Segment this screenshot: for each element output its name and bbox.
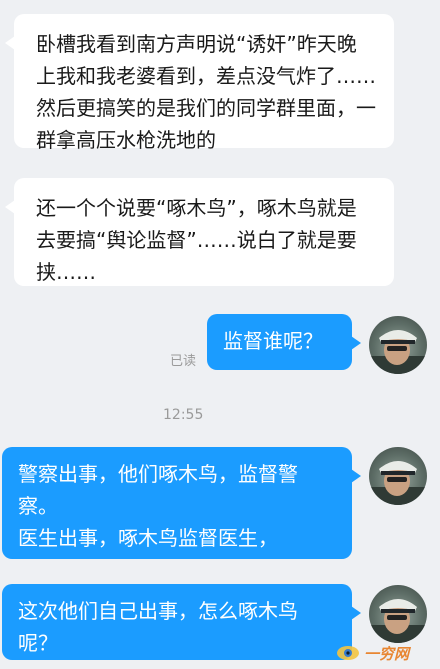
- outgoing-message-bubble[interactable]: 监督谁呢？: [207, 314, 361, 370]
- outgoing-message-bubble[interactable]: 这次他们自己出事，怎么啄木鸟呢？: [2, 584, 361, 660]
- message-text: 警察出事，他们啄木鸟，监督警察。 医生出事，啄木鸟监督医生，: [18, 462, 298, 550]
- user-avatar[interactable]: [369, 447, 427, 505]
- message-timestamp: 12:55: [163, 407, 204, 423]
- read-status: 已读: [170, 354, 197, 369]
- incoming-message-bubble[interactable]: 卧槽我看到南方声明说“诱奸”昨天晚上我和我老婆看到，差点没气炸了……然后更搞笑的…: [5, 14, 394, 152]
- police-officer-avatar-icon: [369, 461, 427, 505]
- message-text: 卧槽我看到南方声明说“诱奸”昨天晚上我和我老婆看到，差点没气炸了……然后更搞笑的…: [36, 32, 376, 152]
- police-officer-avatar-icon: [369, 599, 427, 643]
- message-text: 还一个个说要“啄木鸟”，啄木鸟就是去要搞“舆论监督”……说白了就是要挟……: [36, 196, 357, 284]
- watermark-text: 一穷网: [364, 644, 410, 663]
- police-officer-avatar-icon: [369, 330, 427, 374]
- outgoing-message-bubble[interactable]: 警察出事，他们啄木鸟，监督警察。 医生出事，啄木鸟监督医生，: [2, 447, 361, 559]
- site-watermark: 一穷网: [336, 639, 436, 667]
- user-avatar[interactable]: [369, 585, 427, 643]
- user-avatar[interactable]: [369, 316, 427, 374]
- incoming-message-bubble[interactable]: 还一个个说要“啄木鸟”，啄木鸟就是去要搞“舆论监督”……说白了就是要挟……: [5, 178, 394, 286]
- eye-logo-icon: [337, 646, 359, 660]
- message-text: 这次他们自己出事，怎么啄木鸟呢？: [18, 599, 298, 655]
- message-text: 监督谁呢？: [223, 329, 323, 353]
